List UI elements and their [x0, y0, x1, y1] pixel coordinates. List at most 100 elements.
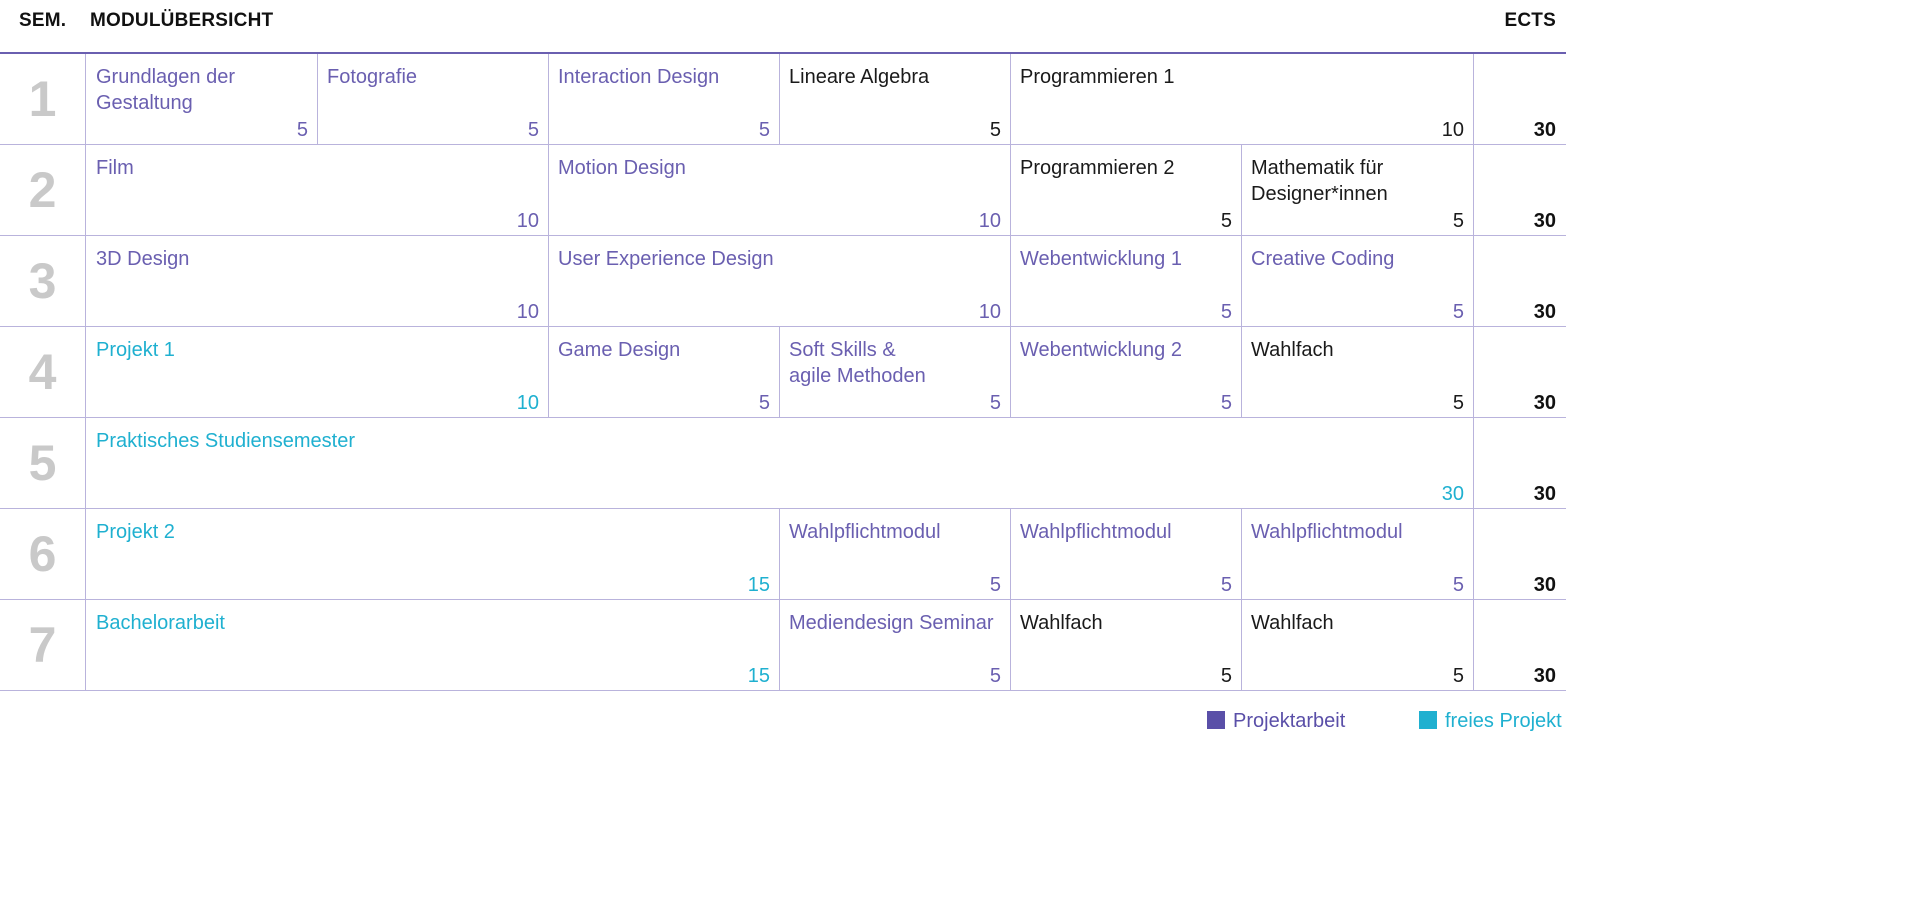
module-cell: Wahlfach 5: [1242, 600, 1474, 690]
module-overview-page: SEM. MODULÜBERSICHT ECTS 1 Grundlagen der…: [0, 0, 1920, 900]
module-cell: Motion Design 10: [549, 145, 1011, 235]
module-name: Wahlpflichtmodul: [1020, 521, 1172, 543]
module-ects: 30: [1441, 483, 1464, 505]
semester-row: 1 Grundlagen der Gestaltung 5 Fotografie 5 In…: [0, 54, 1566, 145]
semester-number: 3: [0, 236, 86, 326]
module-ects: 5: [1452, 210, 1464, 232]
module-ects: 5: [1452, 392, 1464, 414]
semester-ects-total-value: 30: [1533, 574, 1556, 596]
module-ects: 5: [758, 392, 770, 414]
module-cell: Praktisches Studiensemester 30: [87, 418, 1474, 508]
module-ects: 15: [747, 665, 770, 687]
module-name: Programmieren 2: [1020, 157, 1175, 179]
module-name: Wahlpflichtmodul: [789, 521, 941, 543]
module-name: Wahlfach: [1251, 339, 1334, 361]
module-name: Wahlfach: [1251, 612, 1334, 634]
semester-number: 7: [0, 600, 86, 690]
module-cell: Wahlfach 5: [1242, 327, 1474, 417]
module-name: Mathematik für Designer*innen: [1251, 157, 1388, 205]
module-ects: 5: [1220, 392, 1232, 414]
module-ects: 5: [1452, 574, 1464, 596]
module-name: Wahlfach: [1020, 612, 1103, 634]
module-name: Wahlpflichtmodul: [1251, 521, 1403, 543]
module-name: Game Design: [558, 339, 681, 361]
module-cell: Programmieren 2 5: [1011, 145, 1242, 235]
module-cell: Bachelorarbeit 15: [87, 600, 780, 690]
module-ects: 5: [758, 119, 770, 141]
module-cell: Wahlpflichtmodul 5: [780, 509, 1011, 599]
semester-ects-total: 30: [1474, 509, 1566, 599]
module-ects: 15: [747, 574, 770, 596]
page-title: MODULÜBERSICHT: [90, 10, 274, 31]
free-project-swatch: [1419, 710, 1437, 729]
module-name: Soft Skills & agile Methoden: [789, 339, 926, 387]
module-ects: 5: [1452, 301, 1464, 323]
module-ects: 5: [1220, 210, 1232, 232]
module-name: Bachelorarbeit: [96, 612, 225, 634]
module-cell: Wahlpflichtmodul 5: [1011, 509, 1242, 599]
module-name: 3D Design: [96, 248, 190, 270]
module-name: Interaction Design: [558, 66, 720, 88]
semester-number: 4: [0, 327, 86, 417]
semester-row: 7 Bachelorarbeit 15 Mediendesign Seminar 5 Wa…: [0, 600, 1566, 691]
semester-row: 4 Projekt 1 10 Game Design 5 Soft Skills & ag…: [0, 327, 1566, 418]
module-cell: Mediendesign Seminar 5: [780, 600, 1011, 690]
module-name: Projekt 2: [96, 521, 175, 543]
module-cell: Soft Skills & agile Methoden 5: [780, 327, 1011, 417]
semester-column-header: SEM.: [19, 10, 67, 31]
project-work-swatch: [1207, 710, 1225, 729]
module-name: User Experience Design: [558, 248, 774, 270]
module-name: Fotografie: [327, 66, 418, 88]
module-cell: Lineare Algebra 5: [780, 54, 1011, 144]
module-cell: User Experience Design 10: [549, 236, 1011, 326]
semester-ects-total: 30: [1474, 145, 1566, 235]
module-name: Programmieren 1: [1020, 66, 1175, 88]
module-ects: 5: [989, 574, 1001, 596]
semester-number: 5: [0, 418, 86, 508]
semester-number: 6: [0, 509, 86, 599]
module-cell: Film 10: [87, 145, 549, 235]
module-cell: Wahlpflichtmodul 5: [1242, 509, 1474, 599]
module-ects: 10: [516, 301, 539, 323]
module-cell: Projekt 2 15: [87, 509, 780, 599]
semester-ects-total-value: 30: [1533, 392, 1556, 414]
module-ects: 10: [516, 210, 539, 232]
module-cell: 3D Design 10: [87, 236, 549, 326]
semester-ects-total-value: 30: [1533, 210, 1556, 232]
semester-ects-total-value: 30: [1533, 301, 1556, 323]
module-cell: Projekt 1 10: [87, 327, 549, 417]
semester-number: 2: [0, 145, 86, 235]
semester-ects-total: 30: [1474, 600, 1566, 690]
table-header: SEM. MODULÜBERSICHT ECTS: [0, 0, 1566, 54]
module-ects: 5: [989, 119, 1001, 141]
module-cell: Game Design 5: [549, 327, 780, 417]
semester-number: 1: [0, 54, 86, 144]
module-ects: 5: [989, 392, 1001, 414]
module-name: Grundlagen der Gestaltung: [96, 66, 235, 114]
semester-row: 3 3D Design 10 User Experience Design 10 Webe…: [0, 236, 1566, 327]
semester-ects-total: 30: [1474, 418, 1566, 508]
module-ects: 5: [296, 119, 308, 141]
module-ects: 10: [978, 210, 1001, 232]
semester-ects-total: 30: [1474, 327, 1566, 417]
module-ects: 5: [1220, 574, 1232, 596]
module-name: Praktisches Studiensemester: [96, 430, 356, 452]
legend-project-work: Projektarbeit: [1207, 710, 1345, 733]
module-name: Lineare Algebra: [789, 66, 930, 88]
module-name: Film: [96, 157, 134, 179]
module-ects: 5: [1452, 665, 1464, 687]
module-cell: Interaction Design 5: [549, 54, 780, 144]
legend-free-project: freies Projekt: [1419, 710, 1562, 733]
legend-label-free-project: freies Projekt: [1445, 710, 1562, 732]
module-ects: 5: [527, 119, 539, 141]
module-ects: 5: [989, 665, 1001, 687]
semester-ects-total-value: 30: [1533, 119, 1556, 141]
semester-ects-total: 30: [1474, 236, 1566, 326]
module-cell: Mathematik für Designer*innen 5: [1242, 145, 1474, 235]
module-cell: Creative Coding 5: [1242, 236, 1474, 326]
module-ects: 5: [1220, 301, 1232, 323]
module-name: Webentwicklung 1: [1020, 248, 1182, 270]
semester-ects-total-value: 30: [1533, 665, 1556, 687]
module-name: Projekt 1: [96, 339, 175, 361]
semester-ects-total-value: 30: [1533, 483, 1556, 505]
